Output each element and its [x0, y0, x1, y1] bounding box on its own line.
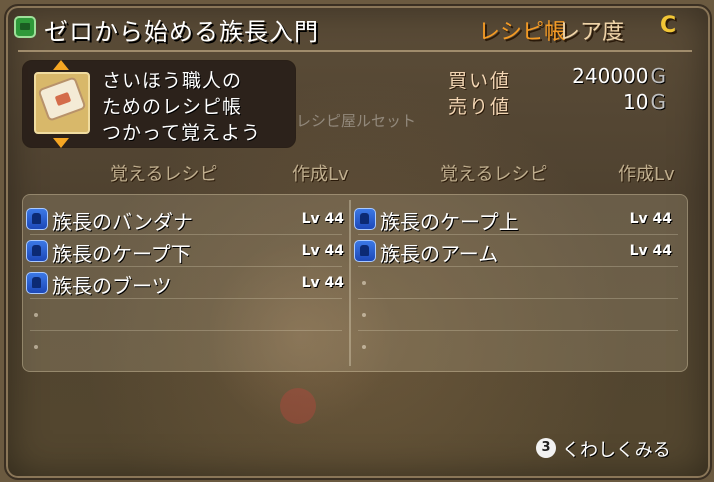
- empty-slot-marker: [362, 345, 366, 349]
- recipe-item[interactable]: 族長のケープ下 Lv 44: [26, 238, 344, 266]
- scroll-item-icon: [34, 72, 90, 134]
- recipe-item[interactable]: 族長のケープ上 Lv 44: [354, 206, 672, 234]
- recipe-name: 族長のバンダナ: [52, 210, 193, 234]
- recipe-name: 族長のブーツ: [52, 274, 172, 298]
- recipe-item[interactable]: 族長のバンダナ Lv 44: [26, 206, 344, 234]
- description-line-3: つかって覚えよう: [102, 122, 262, 144]
- recipe-item[interactable]: 族長のアーム Lv 44: [354, 238, 672, 266]
- recipe-name: 族長のケープ上: [380, 210, 519, 234]
- recipe-level: Lv 44: [301, 275, 344, 291]
- sell-price-unit: G: [650, 90, 667, 114]
- column-divider: [349, 200, 351, 366]
- row-divider: [358, 330, 678, 331]
- cape-upper-icon: [354, 208, 376, 230]
- arm-icon: [354, 240, 376, 262]
- item-type-label: レシピ帳: [478, 20, 567, 45]
- recipe-name: 族長のケープ下: [52, 242, 191, 266]
- sell-price-value: 10: [623, 90, 649, 114]
- background-ornament: [280, 388, 316, 424]
- buy-price-value: 240000: [572, 64, 649, 88]
- cape-lower-icon: [26, 240, 48, 262]
- details-hint-text[interactable]: くわしくみる: [562, 436, 671, 462]
- row-divider: [358, 298, 678, 299]
- recipe-level: Lv 44: [629, 243, 672, 259]
- rarity-label: レア度: [558, 20, 625, 45]
- item-title: ゼロから始める族長入門: [44, 18, 319, 46]
- recipe-shop-label: レシピ屋ルセット: [296, 112, 417, 130]
- row-divider: [30, 330, 342, 331]
- recipe-item[interactable]: 族長のブーツ Lv 44: [26, 270, 344, 298]
- details-button-icon[interactable]: 3: [536, 438, 556, 458]
- buy-price: 240000 G: [572, 64, 666, 88]
- empty-slot-marker: [362, 313, 366, 317]
- description-line-1: さいほう職人の: [102, 70, 243, 92]
- buy-price-unit: G: [650, 64, 667, 88]
- rarity-value: C: [660, 13, 677, 38]
- description-line-2: ためのレシピ帳: [102, 96, 243, 118]
- buy-price-label: 買い値: [448, 70, 512, 92]
- scroll-down-arrow-icon[interactable]: [53, 138, 69, 148]
- empty-slot-marker: [34, 313, 38, 317]
- scroll-up-arrow-icon[interactable]: [53, 60, 69, 70]
- boots-icon: [26, 272, 48, 294]
- empty-slot-marker: [34, 345, 38, 349]
- left-recipe-column-header: 覚えるレシピ: [110, 164, 218, 185]
- sell-price-label: 売り値: [448, 96, 512, 118]
- recipe-level: Lv 44: [629, 211, 672, 227]
- recipe-level: Lv 44: [301, 211, 344, 227]
- sell-price: 10 G: [623, 90, 666, 114]
- left-level-column-header: 作成Lv: [292, 164, 349, 185]
- right-recipe-column-header: 覚えるレシピ: [440, 164, 548, 185]
- empty-slot-marker: [362, 281, 366, 285]
- right-level-column-header: 作成Lv: [618, 164, 675, 185]
- recipe-level: Lv 44: [301, 243, 344, 259]
- recipe-name: 族長のアーム: [380, 242, 499, 266]
- recipe-book-icon: [14, 16, 36, 38]
- bandana-icon: [26, 208, 48, 230]
